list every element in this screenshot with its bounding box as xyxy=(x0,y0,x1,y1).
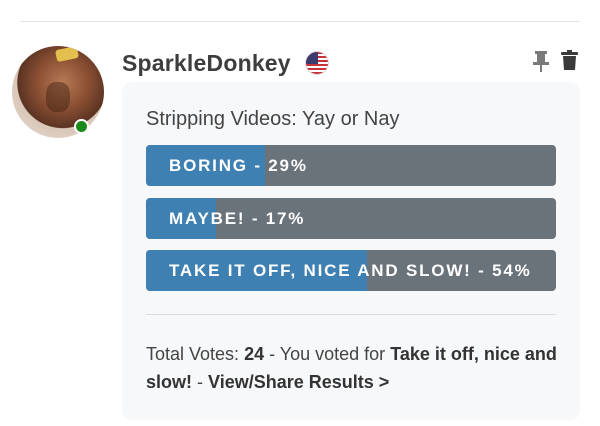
total-votes-label: Total Votes: xyxy=(146,344,245,364)
poll-question: Stripping Videos: Yay or Nay xyxy=(146,108,400,130)
total-votes-count: 24 xyxy=(244,344,265,364)
online-status-dot xyxy=(74,119,89,134)
voted-for-label: - You voted for xyxy=(264,344,391,364)
poll-option-take-it-off[interactable]: TAKE IT OFF, NICE AND SLOW! - 54% xyxy=(146,250,556,291)
poll-option-boring[interactable]: BORING - 29% xyxy=(146,145,556,186)
username-link[interactable]: SparkleDonkey xyxy=(122,50,291,77)
poll-divider xyxy=(146,314,556,315)
top-divider xyxy=(20,21,580,22)
poll-option-label: TAKE IT OFF, NICE AND SLOW! - 54% xyxy=(169,261,532,280)
poll-option-label: MAYBE! - 17% xyxy=(169,209,306,228)
us-flag-icon xyxy=(305,51,329,75)
poll-summary: Total Votes: 24 - You voted for Take it … xyxy=(146,340,566,396)
poll-option-label: BORING - 29% xyxy=(169,156,308,175)
avatar[interactable] xyxy=(12,46,104,138)
poll-option-maybe[interactable]: MAYBE! - 17% xyxy=(146,198,556,239)
view-share-results-link[interactable]: View/Share Results > xyxy=(208,372,389,392)
pin-icon[interactable] xyxy=(532,50,550,72)
trash-icon[interactable] xyxy=(561,50,578,71)
separator: - xyxy=(192,372,209,392)
